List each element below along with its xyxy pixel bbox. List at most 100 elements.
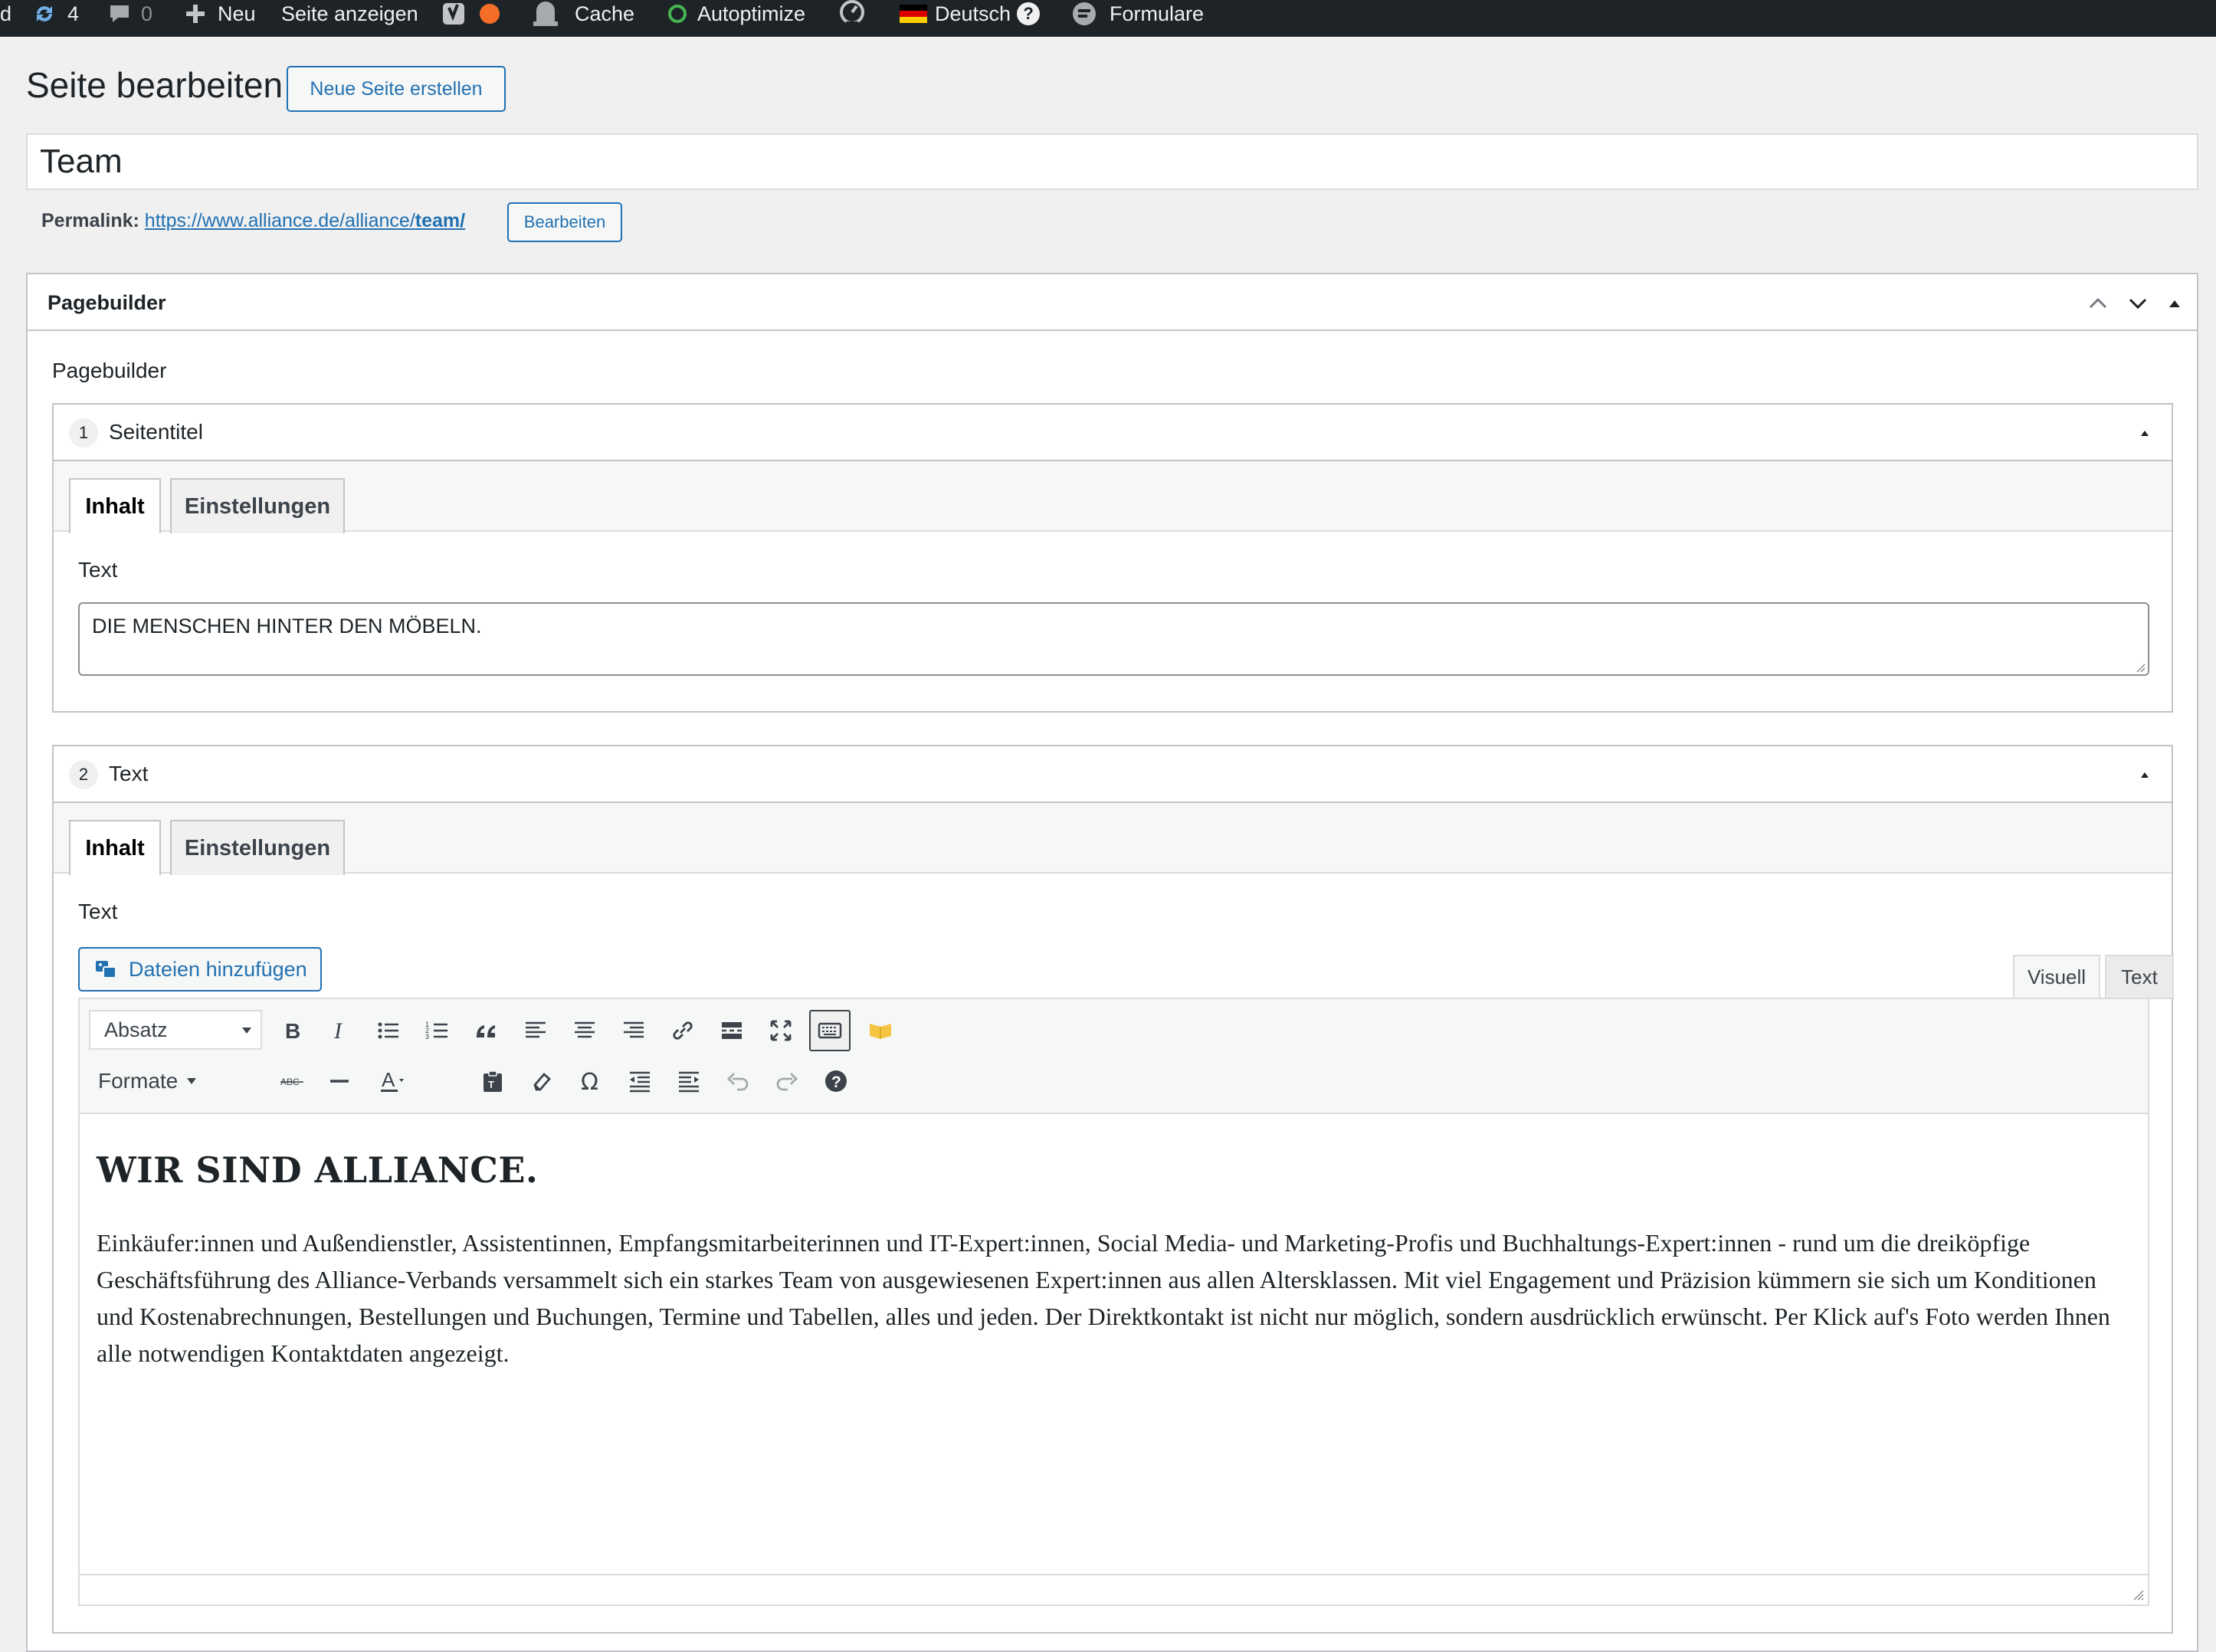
horizontal-line-button[interactable] xyxy=(319,1060,360,1102)
svg-text:I: I xyxy=(333,1018,343,1044)
formats-menu[interactable]: Formate xyxy=(98,1064,198,1099)
editor-resize-icon[interactable] xyxy=(2128,1585,2145,1601)
permalink-slug: team/ xyxy=(415,210,466,231)
yoast-item[interactable] xyxy=(441,0,500,28)
permalink-base: https://www.alliance.de/alliance/ xyxy=(144,210,415,231)
align-center-icon xyxy=(575,1021,595,1038)
tab-inhalt[interactable]: Inhalt xyxy=(69,820,161,875)
new-content-item[interactable]: Neu xyxy=(184,0,256,28)
autoptimize-item[interactable]: Autoptimize xyxy=(668,0,805,28)
tab-visual-mode[interactable]: Visuell xyxy=(2013,955,2100,999)
paste-text-button[interactable]: T xyxy=(472,1060,513,1102)
svg-text:Ω: Ω xyxy=(581,1069,598,1094)
rich-text-editor: Absatz B I 123 Formate ABC A T Ω ? WIR S… xyxy=(78,998,2149,1606)
forms-item[interactable]: Formulare xyxy=(1071,0,1204,28)
editor-toolbar: Absatz B I 123 Formate ABC A T Ω ? xyxy=(80,999,2148,1114)
text-color-button[interactable]: A xyxy=(368,1060,414,1102)
redo-button[interactable] xyxy=(766,1060,808,1102)
undo-icon xyxy=(727,1073,749,1091)
language-item[interactable]: Deutsch ? xyxy=(900,0,1041,28)
italic-icon: I xyxy=(333,1018,343,1044)
collapse-toggle-icon[interactable] xyxy=(2162,291,2187,316)
layout-seitentitel: 1 Seitentitel Inhalt Einstellungen Text … xyxy=(52,403,2173,713)
block-format-select[interactable]: Absatz xyxy=(89,1010,262,1050)
paste-text-icon: T xyxy=(484,1070,502,1092)
view-page-item[interactable]: Seite anzeigen xyxy=(281,0,418,28)
bullet-list-button[interactable] xyxy=(368,1010,409,1051)
textarea-resize-icon[interactable] xyxy=(2135,662,2146,673)
add-media-button[interactable]: Dateien hinzufügen xyxy=(78,947,322,992)
help-button[interactable]: ? xyxy=(815,1060,857,1102)
link-icon xyxy=(673,1021,693,1040)
tab-einstellungen[interactable]: Einstellungen xyxy=(170,820,345,875)
content-paragraph: Einkäufer:innen und Außendienstler, Assi… xyxy=(97,1229,2110,1367)
tab-inhalt[interactable]: Inhalt xyxy=(69,478,161,533)
bold-button[interactable]: B xyxy=(271,1010,313,1051)
horizontal-line-icon xyxy=(330,1080,349,1083)
autoptimize-status-icon xyxy=(668,5,687,23)
outdent-button[interactable] xyxy=(619,1060,661,1102)
permalink-row: Permalink: https://www.alliance.de/allia… xyxy=(41,210,465,232)
svg-text:A: A xyxy=(382,1068,395,1091)
read-more-icon xyxy=(722,1022,742,1039)
bullet-list-icon xyxy=(378,1022,398,1039)
tab-einstellungen[interactable]: Einstellungen xyxy=(170,478,345,533)
fullscreen-icon xyxy=(770,1020,792,1041)
editor-content-area[interactable]: WIR SIND ALLIANCE. Einkäufer:innen und A… xyxy=(80,1116,2148,1575)
align-left-button[interactable] xyxy=(515,1010,556,1051)
indent-button[interactable] xyxy=(668,1060,710,1102)
admin-bar-cut-item[interactable]: d xyxy=(0,0,11,28)
pagebuilder-field-label: Pagebuilder xyxy=(52,359,167,382)
italic-button[interactable]: I xyxy=(319,1010,360,1051)
numbered-list-button[interactable]: 123 xyxy=(417,1010,458,1051)
seitentitel-textarea[interactable]: DIE MENSCHEN HINTER DEN MÖBELN. xyxy=(78,602,2149,676)
updates-item[interactable]: 4 xyxy=(31,0,79,28)
layout-collapse-icon[interactable] xyxy=(2138,768,2152,782)
undo-button[interactable] xyxy=(717,1060,759,1102)
layout-text: 2 Text Inhalt Einstellungen Text Dateien… xyxy=(52,745,2174,1634)
layout-collapse-icon[interactable] xyxy=(2138,426,2152,440)
post-title-input[interactable]: Team xyxy=(26,133,2198,190)
help-circle-icon: ? xyxy=(1017,2,1041,25)
outdent-icon xyxy=(630,1071,650,1093)
cache-item[interactable]: Cache xyxy=(530,0,634,28)
seo-status-dot-icon xyxy=(480,4,500,24)
block-format-value: Absatz xyxy=(104,1018,168,1041)
special-character-button[interactable]: Ω xyxy=(570,1060,611,1102)
layout-order-number: 1 xyxy=(69,418,98,447)
blockquote-icon xyxy=(477,1025,495,1037)
link-button[interactable] xyxy=(662,1010,703,1051)
postbox-header: Pagebuilder xyxy=(28,274,2197,331)
formats-menu-label: Formate xyxy=(98,1069,179,1093)
help-icon: ? xyxy=(825,1070,847,1092)
toolbar-toggle-button[interactable] xyxy=(809,1010,851,1051)
layout-tab-bar: Inhalt Einstellungen xyxy=(54,803,2172,875)
new-page-button[interactable]: Neue Seite erstellen xyxy=(287,66,506,112)
text-color-icon: A xyxy=(381,1068,404,1092)
cache-label: Cache xyxy=(575,2,635,25)
clear-formatting-button[interactable] xyxy=(521,1060,562,1102)
permalink-link[interactable]: https://www.alliance.de/alliance/team/ xyxy=(145,210,465,231)
fullscreen-button[interactable] xyxy=(760,1010,801,1051)
align-center-button[interactable] xyxy=(564,1010,605,1051)
cache-icon xyxy=(533,2,558,26)
tab-text-mode[interactable]: Text xyxy=(2105,955,2174,999)
layout-handle[interactable]: 2 Text xyxy=(54,746,2172,803)
performance-item[interactable] xyxy=(837,0,867,28)
move-up-icon[interactable] xyxy=(2086,291,2110,316)
move-down-icon[interactable] xyxy=(2126,291,2150,316)
flipbook-button[interactable] xyxy=(860,1010,901,1051)
speedometer-icon xyxy=(840,0,864,28)
read-more-button[interactable] xyxy=(711,1010,752,1051)
align-right-button[interactable] xyxy=(613,1010,654,1051)
page-title: Seite bearbeiten xyxy=(26,65,284,105)
layout-handle[interactable]: 1 Seitentitel xyxy=(54,405,2172,461)
postbox-title: Pagebuilder xyxy=(48,291,166,314)
admin-bar: d 4 0 Neu Seite anzeigen Cache Autoptimi… xyxy=(0,0,2216,37)
align-right-icon xyxy=(624,1021,644,1038)
permalink-edit-button[interactable]: Bearbeiten xyxy=(507,202,622,242)
comments-item[interactable]: 0 xyxy=(107,0,152,28)
blockquote-button[interactable] xyxy=(466,1010,507,1051)
permalink-label: Permalink: xyxy=(41,210,139,231)
strikethrough-button[interactable]: ABC xyxy=(271,1060,313,1102)
